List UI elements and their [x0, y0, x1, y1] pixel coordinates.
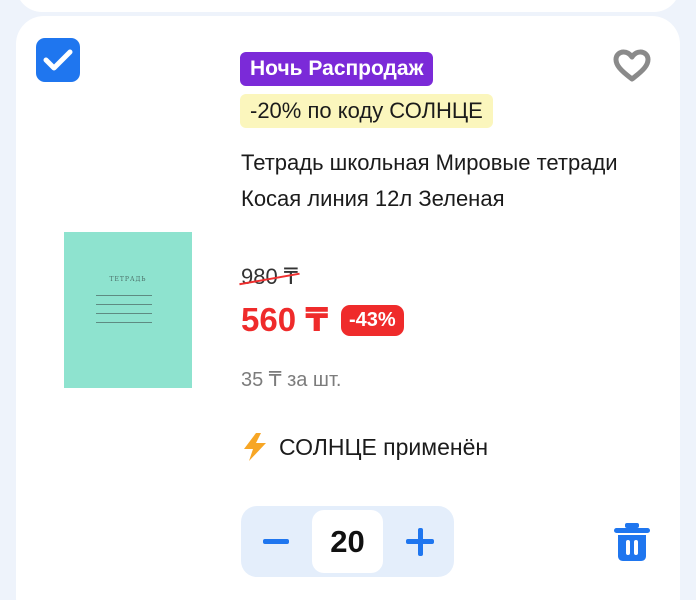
product-thumbnail[interactable]: ТЕТРАДЬ [64, 232, 192, 388]
thumbnail-caption: ТЕТРАДЬ [109, 276, 147, 283]
trash-icon [614, 523, 650, 561]
increment-button[interactable] [384, 506, 454, 577]
cart-item-card: ТЕТРАДЬ Ночь Распродаж -20% по коду СОЛН… [16, 16, 680, 600]
current-price: 560 ₸ [241, 301, 329, 338]
old-price: 980 ₸ [241, 264, 298, 289]
sale-badge: Ночь Распродаж [240, 52, 434, 86]
unit-price: 35 ₸ за шт. [241, 369, 342, 391]
favorite-button[interactable] [612, 48, 652, 84]
thumbnail-line [96, 313, 152, 314]
lightning-icon [244, 433, 266, 461]
promo-code-badge: -20% по коду СОЛНЦЕ [240, 94, 493, 128]
discount-badge: -43% [341, 305, 404, 336]
select-item-checkbox[interactable] [36, 38, 80, 82]
product-title[interactable]: Тетрадь школьная Мировые тетради Косая л… [241, 145, 621, 217]
thumbnail-line [96, 295, 152, 296]
decrement-button[interactable] [241, 506, 311, 577]
delete-button[interactable] [613, 522, 651, 562]
previous-card-bottom [16, 0, 680, 12]
promo-applied-text: СОЛНЦЕ применён [279, 433, 489, 460]
check-icon [43, 49, 73, 71]
thumbnail-line [96, 304, 152, 305]
quantity-stepper: 20 [241, 506, 454, 577]
promo-applied-row: СОЛНЦЕ применён [241, 432, 488, 462]
thumbnail-line [96, 322, 152, 323]
quantity-value[interactable]: 20 [312, 510, 383, 573]
heart-icon [613, 49, 651, 82]
